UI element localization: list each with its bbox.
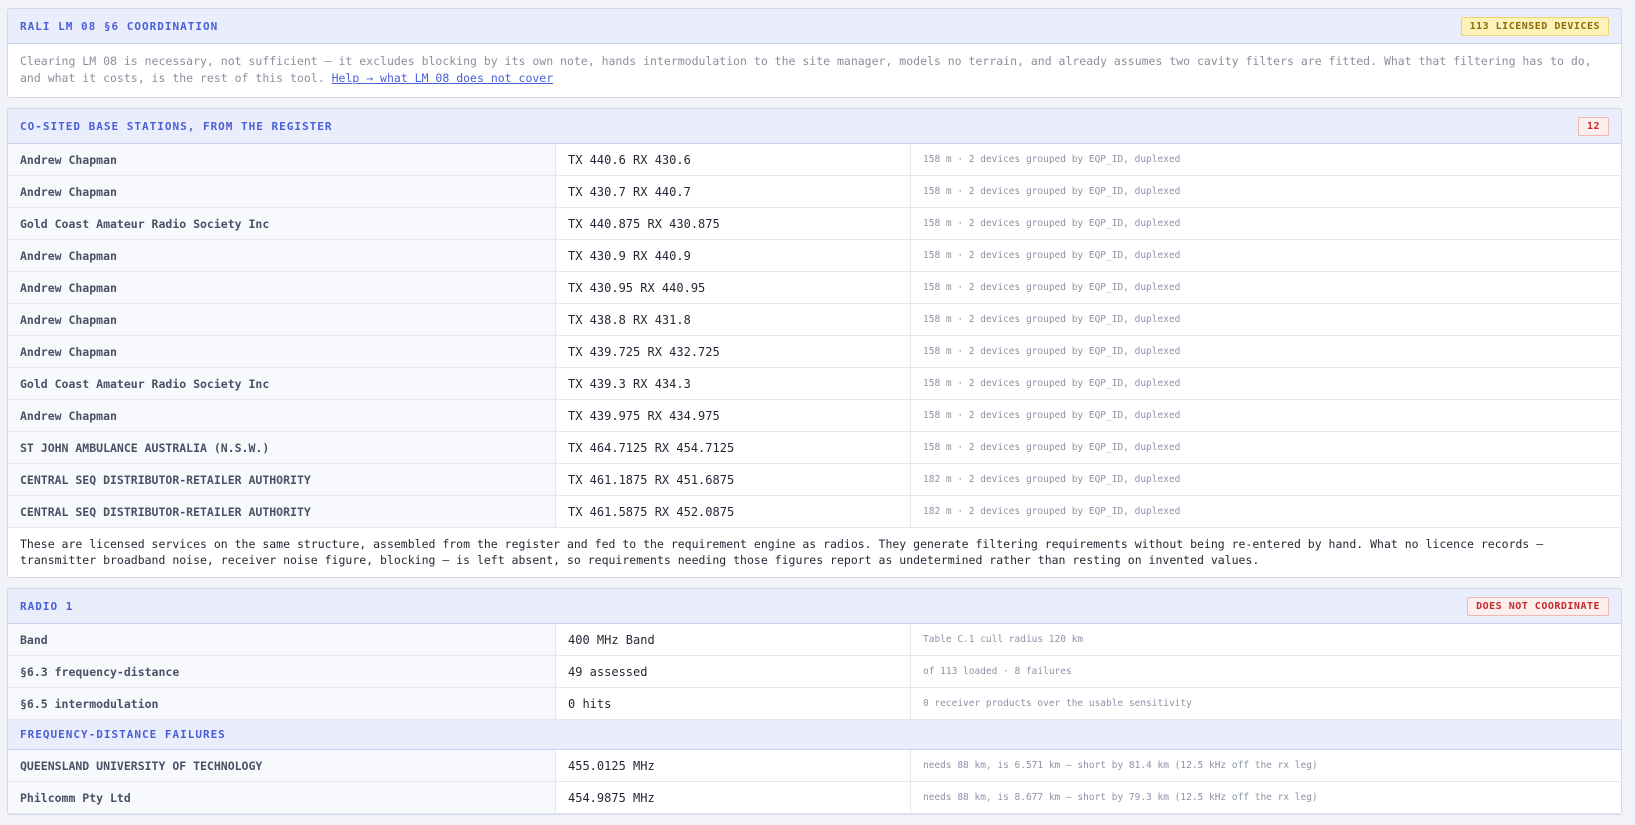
coordination-intro: Clearing LM 08 is necessary, not suffici…	[8, 44, 1621, 97]
cosited-row-freq: TX 430.9 RX 440.9	[556, 240, 911, 271]
failure-row-freq: 455.0125 MHz	[556, 750, 911, 781]
cosited-row-licensee: Andrew Chapman	[8, 144, 556, 175]
cosited-row-licensee: Andrew Chapman	[8, 176, 556, 207]
cosited-row: CENTRAL SEQ DISTRIBUTOR-RETAILER AUTHORI…	[8, 464, 1621, 496]
cosited-row-freq: TX 461.5875 RX 452.0875	[556, 496, 911, 527]
cosited-row-licensee: Andrew Chapman	[8, 272, 556, 303]
failure-row-detail: needs 88 km, is 6.571 km — short by 81.4…	[923, 760, 1318, 771]
radio-summary-row: §6.5 intermodulation 0 hits 0 receiver pro…	[8, 688, 1621, 720]
cosited-row-licensee: Gold Coast Amateur Radio Society Inc	[8, 208, 556, 239]
failure-row: Philcomm Pty Ltd 454.9875 MHz needs 88 km,…	[8, 782, 1621, 814]
failure-row-freq: 454.9875 MHz	[556, 782, 911, 813]
cosited-row: Andrew Chapman TX 430.95 RX 440.95 158 m ·…	[8, 272, 1621, 304]
cosited-row-detail: 182 m · 2 devices grouped by EQP_ID, dup…	[923, 506, 1181, 517]
cosited-row-detail: 158 m · 2 devices grouped by EQP_ID, dup…	[923, 186, 1181, 197]
radio-summary-row-label: §6.3 frequency-distance	[8, 656, 556, 687]
page: RALI LM 08 §6 COORDINATION 113 LICENSED …	[7, 8, 1622, 825]
cosited-row-licensee: Andrew Chapman	[8, 336, 556, 367]
cosited-title: CO-SITED BASE STATIONS, FROM THE REGISTE…	[20, 119, 333, 133]
cosited-row-freq: TX 440.875 RX 430.875	[556, 208, 911, 239]
radio-summary-row-value: 0 hits	[556, 688, 911, 719]
cosited-row: Andrew Chapman TX 430.7 RX 440.7 158 m · 2…	[8, 176, 1621, 208]
cosited-row-freq: TX 439.975 RX 434.975	[556, 400, 911, 431]
cosited-row-detail: 158 m · 2 devices grouped by EQP_ID, dup…	[923, 250, 1181, 261]
cosited-row-detail: 158 m · 2 devices grouped by EQP_ID, dup…	[923, 442, 1181, 453]
cosited-row-freq: TX 461.1875 RX 451.6875	[556, 464, 911, 495]
cosited-row-detail: 182 m · 2 devices grouped by EQP_ID, dup…	[923, 474, 1181, 485]
cosited-row: Andrew Chapman TX 440.6 RX 430.6 158 m · 2…	[8, 144, 1621, 176]
cosited-row: ST JOHN AMBULANCE AUSTRALIA (N.S.W.) TX 4…	[8, 432, 1621, 464]
cosited-row-licensee: CENTRAL SEQ DISTRIBUTOR-RETAILER AUTHORI…	[8, 464, 556, 495]
cosited-row-licensee: CENTRAL SEQ DISTRIBUTOR-RETAILER AUTHORI…	[8, 496, 556, 527]
cosited-row-freq: TX 440.6 RX 430.6	[556, 144, 911, 175]
cosited-row-licensee: Andrew Chapman	[8, 304, 556, 335]
coordination-intro-text: Clearing LM 08 is necessary, not suffici…	[20, 54, 1592, 85]
coordination-header: RALI LM 08 §6 COORDINATION 113 LICENSED …	[8, 9, 1621, 44]
radio-summary-row: §6.3 frequency-distance 49 assessed of 113…	[8, 656, 1621, 688]
cosited-row-detail: 158 m · 2 devices grouped by EQP_ID, dup…	[923, 346, 1181, 357]
radio-summary-row-value: 49 assessed	[556, 656, 911, 687]
help-link[interactable]: Help → what LM 08 does not cover	[332, 71, 554, 85]
cosited-row-licensee: Andrew Chapman	[8, 400, 556, 431]
radio-summary-row-value: 400 MHz Band	[556, 624, 911, 655]
cosited-row: Andrew Chapman TX 439.975 RX 434.975 158 m…	[8, 400, 1621, 432]
failure-row-detail: needs 88 km, is 8.677 km — short by 79.3…	[923, 792, 1318, 803]
radio-summary-row-detail: 0 receiver products over the usable sens…	[923, 698, 1192, 709]
cosited-row-detail: 158 m · 2 devices grouped by EQP_ID, dup…	[923, 154, 1181, 165]
failures-subheader: FREQUENCY-DISTANCE FAILURES	[8, 720, 1621, 750]
cosited-row-licensee: ST JOHN AMBULANCE AUSTRALIA (N.S.W.)	[8, 432, 556, 463]
cosited-row: Andrew Chapman TX 430.9 RX 440.9 158 m · 2…	[8, 240, 1621, 272]
cosited-note: These are licensed services on the same …	[20, 537, 1544, 567]
radio-summary-table: Band 400 MHz Band Table C.1 cull radius 12…	[8, 624, 1621, 720]
cosited-row: Andrew Chapman TX 439.725 RX 432.725 158 m…	[8, 336, 1621, 368]
cosited-row: Andrew Chapman TX 438.8 RX 431.8 158 m · 2…	[8, 304, 1621, 336]
failure-row: QUEENSLAND UNIVERSITY OF TECHNOLOGY 455.0…	[8, 750, 1621, 782]
cosited-count-badge: 12	[1577, 116, 1609, 136]
cosited-table: Andrew Chapman TX 440.6 RX 430.6 158 m · 2…	[8, 144, 1621, 528]
cosited-row-freq: TX 439.3 RX 434.3	[556, 368, 911, 399]
coordination-panel: RALI LM 08 §6 COORDINATION 113 LICENSED …	[7, 8, 1622, 98]
radio-summary-row: Band 400 MHz Band Table C.1 cull radius 12…	[8, 624, 1621, 656]
cosited-row-freq: TX 439.725 RX 432.725	[556, 336, 911, 367]
radio-summary-row-label: Band	[8, 624, 556, 655]
cosited-row: CENTRAL SEQ DISTRIBUTOR-RETAILER AUTHORI…	[8, 496, 1621, 528]
radio-summary-row-detail: Table C.1 cull radius 120 km	[923, 634, 1084, 645]
cosited-row-detail: 158 m · 2 devices grouped by EQP_ID, dup…	[923, 314, 1181, 325]
radio-summary-row-detail: of 113 loaded · 8 failures	[923, 666, 1072, 677]
cosited-row-licensee: Gold Coast Amateur Radio Society Inc	[8, 368, 556, 399]
cosited-row-freq: TX 430.7 RX 440.7	[556, 176, 911, 207]
licensed-devices-badge: 113 LICENSED DEVICES	[1460, 16, 1609, 36]
coordination-title: RALI LM 08 §6 COORDINATION	[20, 19, 219, 33]
cosited-row-freq: TX 430.95 RX 440.95	[556, 272, 911, 303]
cosited-header: CO-SITED BASE STATIONS, FROM THE REGISTE…	[8, 109, 1621, 144]
cosited-row: Gold Coast Amateur Radio Society Inc TX 4…	[8, 368, 1621, 400]
failure-row-licensee: QUEENSLAND UNIVERSITY OF TECHNOLOGY	[8, 750, 556, 781]
radio-title: RADIO 1	[20, 599, 74, 613]
failure-row-licensee: Philcomm Pty Ltd	[8, 782, 556, 813]
cosited-row-detail: 158 m · 2 devices grouped by EQP_ID, dup…	[923, 218, 1181, 229]
radio-header: RADIO 1 DOES NOT COORDINATE	[8, 589, 1621, 624]
cosited-row-detail: 158 m · 2 devices grouped by EQP_ID, dup…	[923, 378, 1181, 389]
cosited-row-detail: 158 m · 2 devices grouped by EQP_ID, dup…	[923, 410, 1181, 421]
cosited-row-licensee: Andrew Chapman	[8, 240, 556, 271]
radio-panel: RADIO 1 DOES NOT COORDINATE Band 400 MHz …	[7, 588, 1622, 815]
coordination-status-badge: DOES NOT COORDINATE	[1467, 596, 1609, 616]
cosited-row: Gold Coast Amateur Radio Society Inc TX 4…	[8, 208, 1621, 240]
cosited-row-freq: TX 438.8 RX 431.8	[556, 304, 911, 335]
failures-table: QUEENSLAND UNIVERSITY OF TECHNOLOGY 455.0…	[8, 750, 1621, 814]
cosited-row-detail: 158 m · 2 devices grouped by EQP_ID, dup…	[923, 282, 1181, 293]
cosited-row-freq: TX 464.7125 RX 454.7125	[556, 432, 911, 463]
cosited-panel: CO-SITED BASE STATIONS, FROM THE REGISTE…	[7, 108, 1622, 578]
radio-summary-row-label: §6.5 intermodulation	[8, 688, 556, 719]
